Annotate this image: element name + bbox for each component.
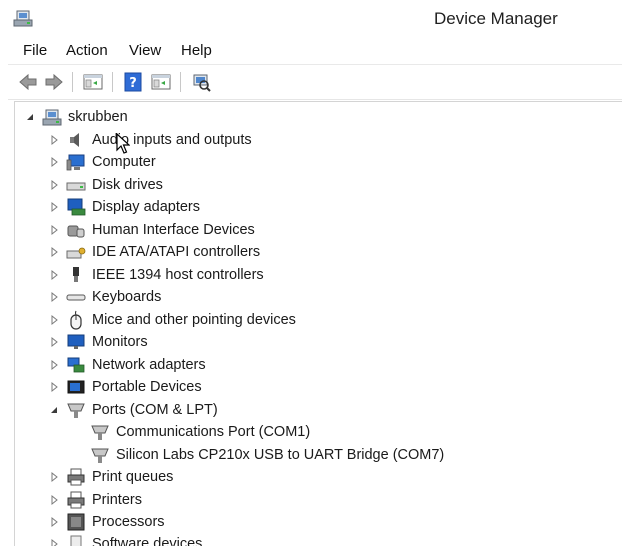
tree-category-keyboards[interactable]: Keyboards	[48, 286, 161, 308]
toolbar-separator	[180, 72, 181, 92]
expand-arrow-icon[interactable]	[48, 516, 60, 528]
keyboard-icon	[66, 287, 86, 307]
show-hidden-icon[interactable]	[150, 71, 172, 93]
speaker-icon	[66, 130, 86, 150]
firewire-icon	[66, 265, 86, 285]
display-adapter-icon	[66, 197, 86, 217]
tree-category-audio[interactable]: Audio inputs and outputs	[48, 129, 252, 151]
menu-help[interactable]: Help	[181, 42, 212, 59]
expand-arrow-icon[interactable]	[48, 134, 60, 146]
device-manager-window: Device Manager File Action View Help ? s…	[0, 0, 622, 546]
tree-category-print-queues[interactable]: Print queues	[48, 466, 173, 488]
tree-category-printers[interactable]: Printers	[48, 489, 142, 511]
expand-arrow-icon[interactable]	[48, 269, 60, 281]
properties-view-icon[interactable]	[82, 71, 104, 93]
printer-icon	[66, 490, 86, 510]
tree-category-ports[interactable]: Ports (COM & LPT)	[48, 399, 218, 421]
processor-icon	[66, 512, 86, 532]
tree-category-processors[interactable]: Processors	[48, 511, 165, 533]
tree-category-label: Processors	[92, 514, 165, 530]
monitor-icon	[66, 332, 86, 352]
tree-category-label: Disk drives	[92, 177, 163, 193]
tree-category-label: Printers	[92, 492, 142, 508]
expand-arrow-icon[interactable]	[48, 381, 60, 393]
software-device-icon	[66, 534, 86, 546]
tree-root-label: skrubben	[68, 109, 128, 125]
tree-category-disk-drives[interactable]: Disk drives	[48, 174, 163, 196]
expand-arrow-icon[interactable]	[48, 359, 60, 371]
tree-root-node[interactable]: skrubben	[24, 106, 128, 128]
expand-arrow-icon[interactable]	[48, 224, 60, 236]
tree-category-label: Monitors	[92, 334, 148, 350]
tree-device-label: Silicon Labs CP210x USB to UART Bridge (…	[116, 447, 445, 463]
tree-device-com1[interactable]: Communications Port (COM1)	[90, 421, 310, 443]
tree-category-label: IEEE 1394 host controllers	[92, 267, 264, 283]
expand-arrow-icon[interactable]	[48, 314, 60, 326]
expand-arrow-icon[interactable]	[48, 471, 60, 483]
tree-category-ide[interactable]: IDE ATA/ATAPI controllers	[48, 241, 260, 263]
tree-category-label: Portable Devices	[92, 379, 202, 395]
tree-device-cp210x[interactable]: Silicon Labs CP210x USB to UART Bridge (…	[90, 444, 444, 466]
mouse-pointer-icon	[116, 133, 130, 154]
menu-view[interactable]: View	[129, 42, 161, 59]
tree-category-display-adapters[interactable]: Display adapters	[48, 196, 200, 218]
tree-category-label: Computer	[92, 154, 156, 170]
tree-category-label: Print queues	[92, 469, 174, 485]
expand-arrow-icon[interactable]	[48, 246, 60, 258]
computer-icon	[66, 152, 86, 172]
tree-category-label: Human Interface Devices	[92, 222, 255, 238]
tree-category-label: Mice and other pointing devices	[92, 312, 296, 328]
toolbar-separator	[112, 72, 113, 92]
ide-controller-icon	[66, 242, 86, 262]
help-icon[interactable]: ?	[122, 71, 144, 93]
toolbar-separator	[72, 72, 73, 92]
expand-arrow-icon[interactable]	[48, 179, 60, 191]
forward-icon[interactable]	[43, 71, 65, 93]
tree-category-software-devices[interactable]: Software devices	[48, 533, 202, 546]
title-bar: Device Manager	[0, 0, 622, 38]
port-icon	[90, 422, 110, 442]
tree-category-hid[interactable]: Human Interface Devices	[48, 219, 255, 241]
tree-category-computer[interactable]: Computer	[48, 151, 156, 173]
menu-action[interactable]: Action	[66, 42, 108, 59]
device-manager-app-icon	[13, 10, 33, 27]
port-icon	[66, 400, 86, 420]
computer-host-icon	[42, 107, 62, 127]
svg-text:?: ?	[129, 76, 137, 91]
mouse-icon	[66, 310, 86, 330]
expand-arrow-icon[interactable]	[48, 494, 60, 506]
expand-arrow-icon[interactable]	[48, 291, 60, 303]
collapse-arrow-icon[interactable]	[48, 404, 60, 416]
hid-icon	[66, 220, 86, 240]
tree-category-monitors[interactable]: Monitors	[48, 331, 148, 353]
expand-arrow-icon[interactable]	[48, 336, 60, 348]
tree-category-label: Display adapters	[92, 199, 200, 215]
portable-device-icon	[66, 377, 86, 397]
tree-category-network[interactable]: Network adapters	[48, 354, 206, 376]
menu-file[interactable]: File	[23, 42, 47, 59]
tree-category-label: Ports (COM & LPT)	[92, 402, 218, 418]
network-adapter-icon	[66, 355, 86, 375]
printer-icon	[66, 467, 86, 487]
back-icon[interactable]	[17, 71, 39, 93]
device-tree[interactable]: skrubben Audio inputs and outputs Comput…	[14, 101, 622, 546]
tree-category-ieee1394[interactable]: IEEE 1394 host controllers	[48, 264, 264, 286]
scan-hardware-icon[interactable]	[190, 71, 212, 93]
expand-arrow-icon[interactable]	[48, 201, 60, 213]
window-left-edge	[0, 0, 8, 545]
tree-category-label: Network adapters	[92, 357, 206, 373]
menu-bar: File Action View Help	[8, 38, 622, 65]
disk-drive-icon	[66, 175, 86, 195]
port-icon	[90, 445, 110, 465]
toolbar: ?	[8, 65, 622, 100]
tree-device-label: Communications Port (COM1)	[116, 424, 311, 440]
window-title: Device Manager	[434, 9, 558, 28]
tree-category-label: IDE ATA/ATAPI controllers	[92, 244, 261, 260]
expand-arrow-icon[interactable]	[48, 156, 60, 168]
tree-category-portable[interactable]: Portable Devices	[48, 376, 202, 398]
collapse-arrow-icon[interactable]	[24, 111, 36, 123]
tree-category-mice[interactable]: Mice and other pointing devices	[48, 309, 296, 331]
tree-category-label: Keyboards	[92, 289, 162, 305]
